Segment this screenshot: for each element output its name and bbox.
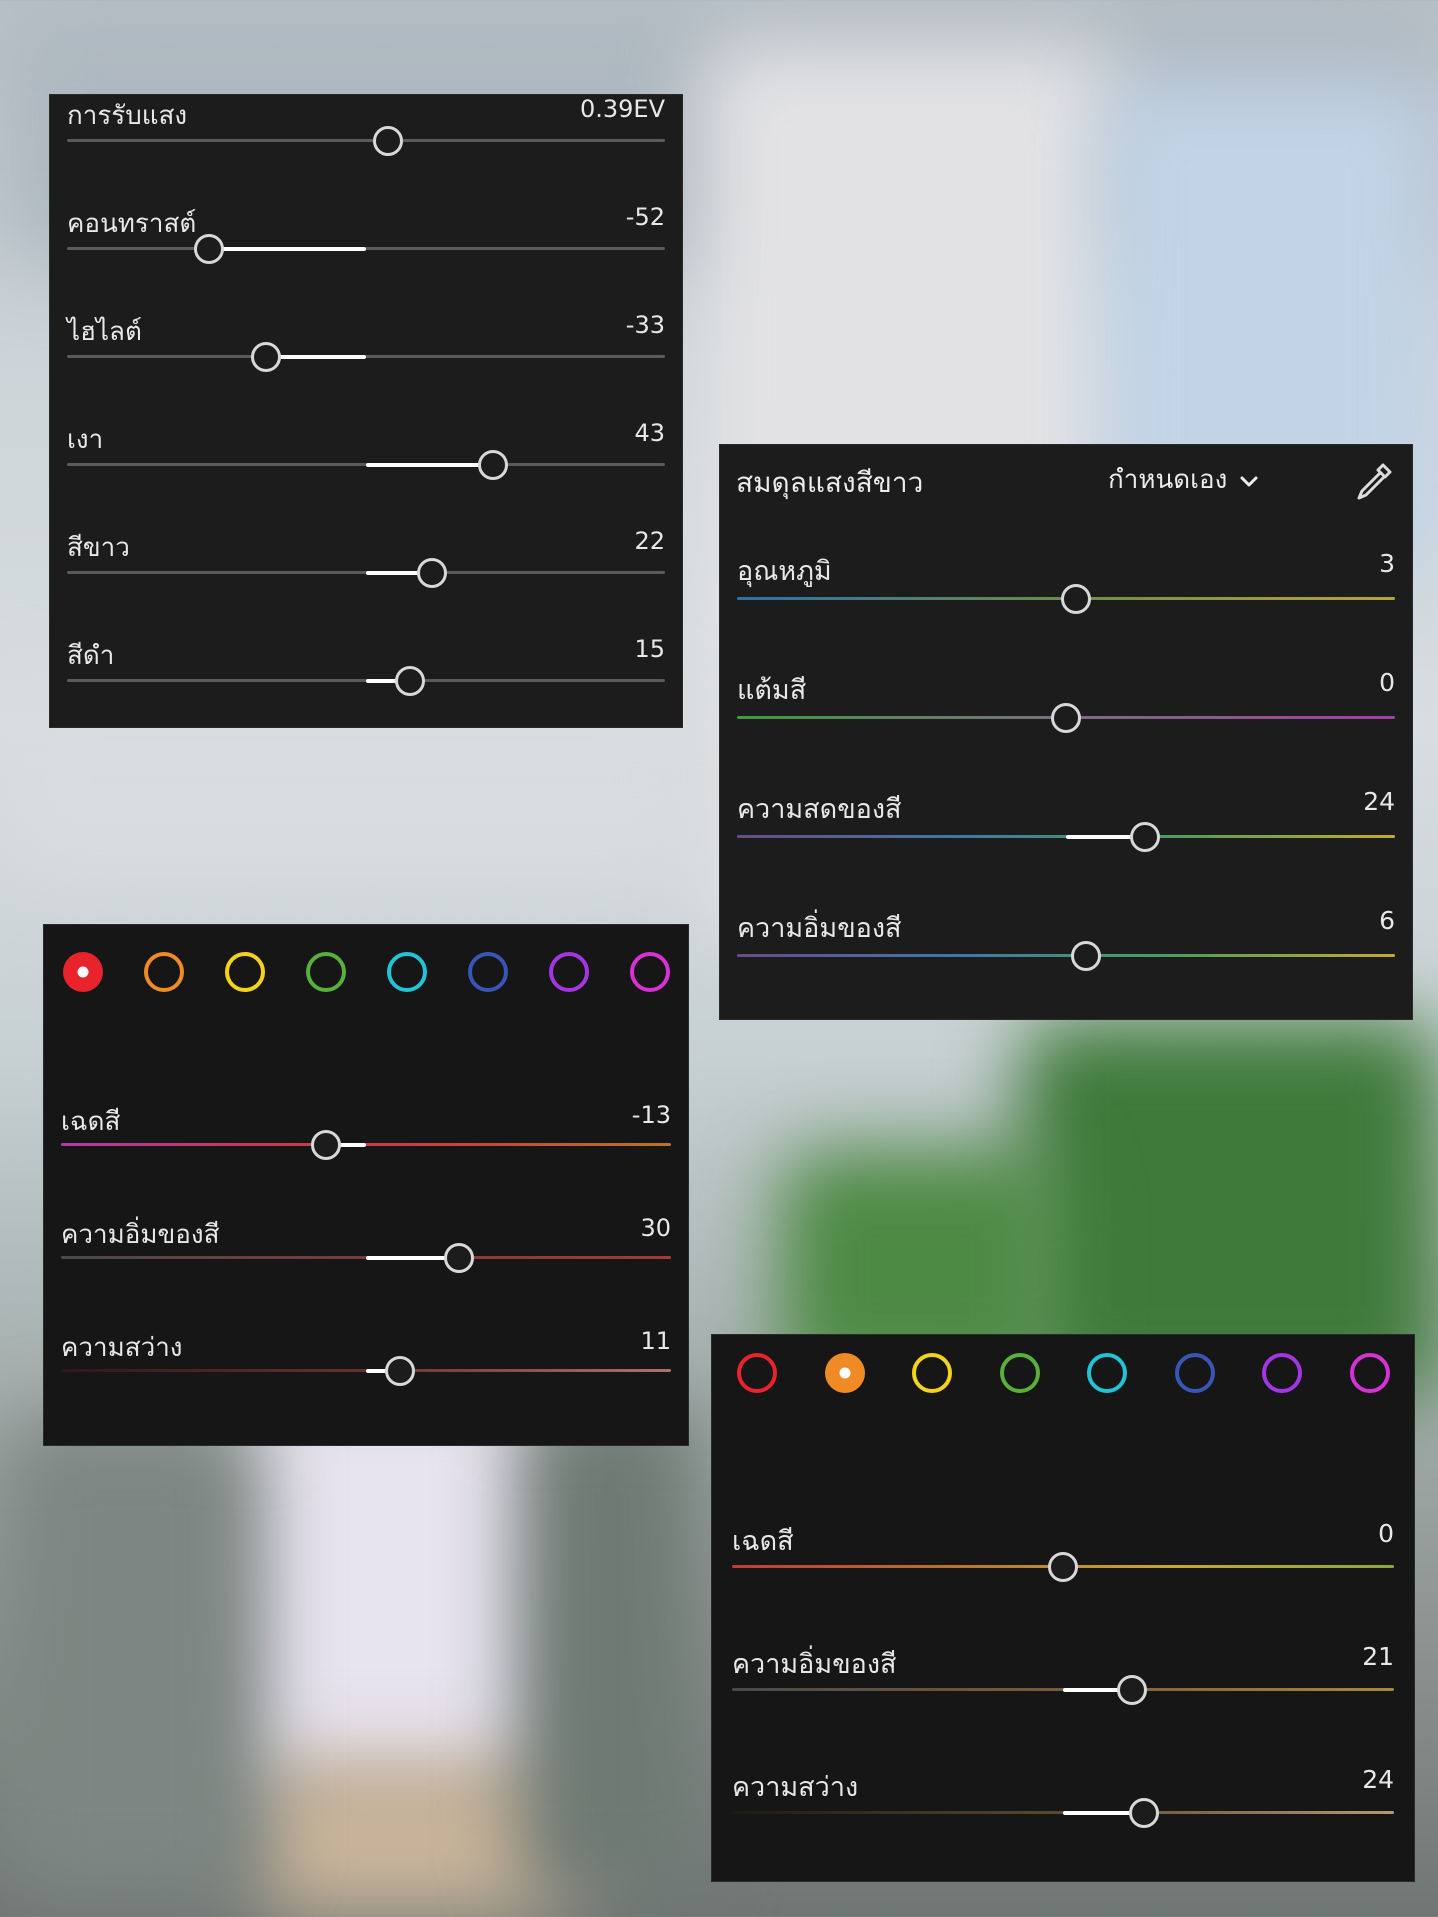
slider-label: เฉดสี	[61, 1107, 121, 1137]
chevron-down-icon	[1238, 471, 1260, 497]
light-adjustments-panel: การรับแสง 0.39EV คอนทราสต์ -52 ไฮไลต์ -33 เงา 4…	[49, 94, 683, 728]
slider-value: -13	[631, 1101, 671, 1129]
slider-label: สีดำ	[67, 641, 115, 671]
white-balance-title: สมดุลแสงสีขาว	[736, 466, 924, 499]
slider-label: สีขาว	[67, 533, 130, 563]
slider-knob[interactable]	[478, 449, 509, 480]
slider-fill	[366, 462, 494, 467]
selected-dot-icon	[839, 1367, 850, 1379]
swatch-aqua-icon[interactable]	[1087, 1353, 1127, 1393]
slider-knob[interactable]	[416, 557, 447, 588]
slider-label: เงา	[67, 425, 104, 455]
slider-value: 0	[1378, 1519, 1394, 1548]
slider-value: 24	[1363, 787, 1395, 816]
slider-value: 11	[640, 1327, 671, 1355]
slider-knob[interactable]	[1070, 940, 1101, 971]
swatch-green-icon[interactable]	[306, 952, 346, 992]
slider-label: ความอิ่มของสี	[737, 913, 902, 944]
color-mix-panel-red: เฉดสี -13 ความอิ่มของสี 30 ความสว่าง 11	[43, 924, 689, 1446]
slider-value: 3	[1379, 549, 1395, 578]
slider-label: ไฮไลต์	[67, 317, 142, 347]
slider-track[interactable]	[67, 355, 665, 358]
wb-mode-label: กำหนดเอง	[1108, 465, 1228, 495]
slider-label: อุณหภูมิ	[737, 556, 832, 587]
slider-value: 24	[1362, 1765, 1394, 1794]
slider-knob[interactable]	[1129, 821, 1160, 852]
slider-knob[interactable]	[1048, 1551, 1078, 1582]
slider-track[interactable]	[61, 1143, 671, 1146]
slider-label: ความสดของสี	[737, 794, 902, 825]
slider-knob[interactable]	[394, 665, 425, 696]
slider-knob[interactable]	[1128, 1797, 1159, 1828]
slider-track[interactable]	[67, 139, 665, 142]
slider-label: แต้มสี	[737, 675, 807, 706]
slider-knob[interactable]	[443, 1242, 474, 1273]
slider-label: ความสว่าง	[732, 1772, 859, 1803]
swatch-red-icon[interactable]	[63, 952, 103, 992]
slider-label: ความอิ่มของสี	[61, 1220, 220, 1250]
swatch-green-icon[interactable]	[999, 1353, 1040, 1393]
slider-value: 0	[1379, 668, 1395, 697]
swatch-blue-icon[interactable]	[1174, 1353, 1215, 1393]
eyedropper-icon[interactable]	[1350, 459, 1396, 509]
slider-knob[interactable]	[251, 341, 282, 372]
slider-knob[interactable]	[384, 1355, 415, 1386]
slider-knob[interactable]	[1051, 702, 1081, 733]
swatch-yellow-icon[interactable]	[225, 952, 265, 992]
slider-label: การรับแสง	[67, 101, 188, 131]
swatch-yellow-icon[interactable]	[912, 1353, 952, 1393]
slider-knob[interactable]	[193, 233, 224, 264]
slider-value: 21	[1362, 1642, 1394, 1671]
swatch-purple-icon[interactable]	[1262, 1353, 1302, 1393]
white-balance-panel: สมดุลแสงสีขาว กำหนดเอง อุณหภูมิ 3 แต้มสี 0 ค…	[719, 444, 1413, 1020]
slider-label: ความสว่าง	[61, 1333, 183, 1363]
slider-knob[interactable]	[1060, 583, 1091, 614]
swatch-orange-icon[interactable]	[824, 1353, 865, 1393]
slider-value: 6	[1379, 906, 1395, 935]
slider-label: ความอิ่มของสี	[732, 1649, 897, 1680]
swatch-orange-icon[interactable]	[144, 952, 184, 992]
color-mix-panel-orange: เฉดสี 0 ความอิ่มของสี 21 ความสว่าง 24	[711, 1334, 1415, 1882]
slider-track[interactable]	[67, 247, 665, 250]
swatch-aqua-icon[interactable]	[387, 952, 427, 992]
slider-value: -33	[625, 311, 665, 339]
slider-value: -52	[625, 203, 665, 231]
swatch-magenta-icon[interactable]	[630, 952, 670, 992]
slider-label: คอนทราสต์	[67, 209, 197, 239]
slider-fill	[208, 246, 366, 251]
swatch-magenta-icon[interactable]	[1349, 1353, 1390, 1393]
swatch-purple-icon[interactable]	[549, 952, 589, 992]
slider-value: 0.39EV	[579, 95, 665, 123]
swatch-red-icon[interactable]	[737, 1353, 777, 1393]
slider-value: 15	[634, 635, 665, 663]
slider-value: 22	[634, 527, 665, 555]
slider-knob[interactable]	[311, 1129, 342, 1160]
slider-label: เฉดสี	[732, 1526, 794, 1557]
slider-knob[interactable]	[1116, 1674, 1147, 1705]
slider-knob[interactable]	[373, 125, 404, 156]
slider-value: 30	[640, 1214, 671, 1242]
swatch-blue-icon[interactable]	[468, 952, 508, 992]
selected-dot-icon	[77, 966, 89, 978]
slider-value: 43	[634, 419, 665, 447]
wb-mode-dropdown[interactable]: กำหนดเอง	[1108, 459, 1260, 499]
slider-track[interactable]	[737, 954, 1395, 957]
